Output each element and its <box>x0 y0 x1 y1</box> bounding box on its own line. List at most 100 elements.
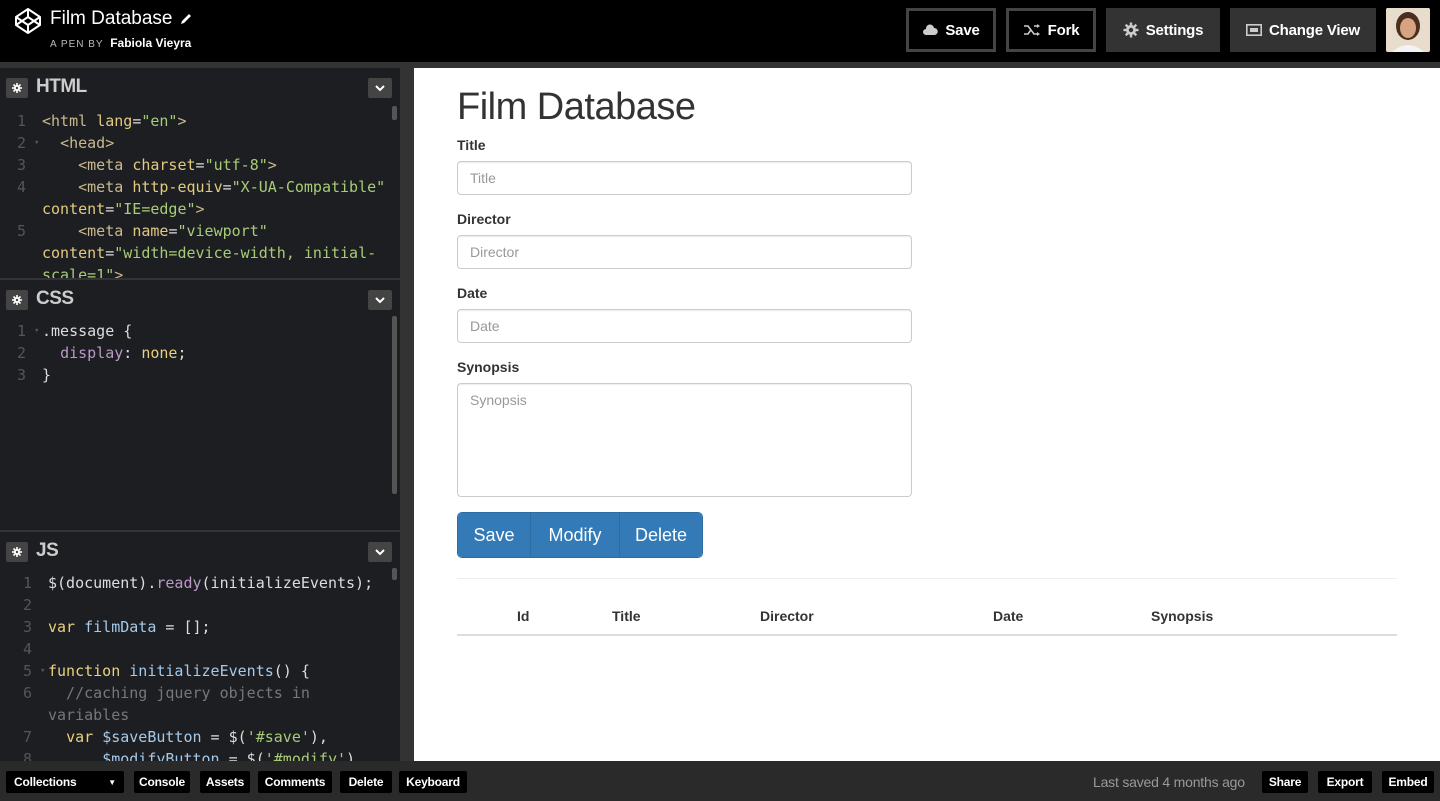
keyboard-button[interactable]: Keyboard <box>399 771 467 793</box>
html-code-editor[interactable]: 1 <html lang="en"> 2 ▾ <head> 3 <meta charse… <box>0 110 392 278</box>
line-number: 3 <box>16 156 26 174</box>
date-input[interactable]: Date <box>457 309 912 343</box>
code-line[interactable]: content="width=device-width, initial- <box>0 242 392 264</box>
code-line[interactable]: 7 var $saveButton = $('#save'), <box>6 726 398 748</box>
code-text: function initializeEvents() { <box>48 662 310 680</box>
top-bar: Film Database A PEN BY Fabiola Vieyra Sa… <box>0 0 1440 62</box>
title-label: Title <box>457 137 486 153</box>
css-settings-gear-icon[interactable] <box>6 290 28 310</box>
code-line[interactable]: 8 $modifyButton = $('#modify') <box>6 748 398 761</box>
fold-arrow-icon <box>40 594 48 616</box>
synopsis-placeholder: Synopsis <box>470 392 527 408</box>
html-scrollbar[interactable] <box>392 106 397 120</box>
change-view-button[interactable]: Change View <box>1230 8 1376 52</box>
code-line[interactable]: 6 //caching jquery objects in <box>6 682 398 704</box>
html-panel-header: HTML <box>0 68 400 106</box>
export-button[interactable]: Export <box>1318 771 1372 793</box>
director-input[interactable]: Director <box>457 235 912 269</box>
caret-down-icon: ▼ <box>108 777 116 787</box>
code-line[interactable]: 2 display: none; <box>0 342 392 364</box>
code-line[interactable]: 2 ▾ <head> <box>0 132 392 154</box>
fold-arrow-icon[interactable]: ▾ <box>34 132 42 154</box>
share-button[interactable]: Share <box>1262 771 1308 793</box>
gear-icon <box>1123 22 1139 38</box>
code-line[interactable]: 1 ▾ .message { <box>0 320 392 342</box>
fold-arrow-icon <box>34 176 42 198</box>
code-line[interactable]: 3 var filmData = []; <box>6 616 398 638</box>
collections-label: Collections <box>14 775 77 789</box>
code-line[interactable]: 3 <meta charset="utf-8"> <box>0 154 392 176</box>
pencil-icon[interactable] <box>179 12 193 26</box>
css-panel-title: CSS <box>36 288 74 309</box>
line-number: 1 <box>22 574 32 592</box>
fold-arrow-icon <box>34 198 42 220</box>
css-code-editor[interactable]: 1 ▾ .message {2 display: none; 3} <box>0 320 392 386</box>
date-placeholder: Date <box>470 318 500 334</box>
html-settings-gear-icon[interactable] <box>6 78 28 98</box>
line-number: 3 <box>22 618 32 636</box>
css-scrollbar[interactable] <box>392 316 397 494</box>
assets-button[interactable]: Assets <box>200 771 250 793</box>
code-line[interactable]: content="IE=edge"> <box>0 198 392 220</box>
code-line[interactable]: 1 <html lang="en"> <box>0 110 392 132</box>
author-name[interactable]: Fabiola Vieyra <box>110 36 191 50</box>
fold-arrow-icon <box>40 616 48 638</box>
code-text: <meta http-equiv="X-UA-Compatible" <box>78 178 386 196</box>
form-save-button[interactable]: Save <box>458 513 530 557</box>
pen-title-text[interactable]: Film Database <box>50 8 173 30</box>
pen-title[interactable]: Film Database <box>50 8 193 30</box>
fold-arrow-icon[interactable]: ▾ <box>34 320 42 342</box>
fold-arrow-icon <box>34 110 42 132</box>
code-line[interactable]: 4 <box>6 638 398 660</box>
form-modify-button[interactable]: Modify <box>530 513 619 557</box>
code-text: display: none; <box>60 344 187 362</box>
fork-button[interactable]: Fork <box>1006 8 1096 52</box>
fold-arrow-icon <box>40 748 48 761</box>
pen-author: A PEN BY Fabiola Vieyra <box>50 36 191 50</box>
js-panel: JS 1 $(document).ready(initializeEvents);… <box>0 530 400 761</box>
delete-button[interactable]: Delete <box>340 771 392 793</box>
code-line[interactable]: variables <box>6 704 398 726</box>
codepen-logo-icon[interactable] <box>14 7 42 35</box>
code-line[interactable]: 5 <meta name="viewport" <box>0 220 392 242</box>
form-delete-button[interactable]: Delete <box>619 513 702 557</box>
js-code-editor[interactable]: 1 $(document).ready(initializeEvents); 2 3 v… <box>6 572 398 761</box>
editor-column: HTML 1 <html lang="en"> 2 ▾ <head> 3 <meta c… <box>0 62 414 761</box>
line-number: 2 <box>16 344 26 362</box>
change-view-button-label: Change View <box>1269 21 1360 39</box>
save-button[interactable]: Save <box>906 8 996 52</box>
code-text: <meta name="viewport" <box>78 222 268 240</box>
js-chevron-down-icon[interactable] <box>368 542 392 562</box>
synopsis-textarea[interactable]: Synopsis <box>457 383 912 497</box>
css-chevron-down-icon[interactable] <box>368 290 392 310</box>
comments-button[interactable]: Comments <box>258 771 332 793</box>
code-line[interactable]: 4 <meta http-equiv="X-UA-Compatible" <box>0 176 392 198</box>
divider <box>457 578 1397 579</box>
js-scrollbar[interactable] <box>392 568 397 580</box>
settings-button[interactable]: Settings <box>1106 8 1220 52</box>
code-text: $modifyButton = $('#modify') <box>102 750 356 761</box>
code-line[interactable]: scale=1"> <box>0 264 392 278</box>
line-number: 2 <box>22 596 32 614</box>
html-chevron-down-icon[interactable] <box>368 78 392 98</box>
fold-arrow-icon <box>40 572 48 594</box>
collections-dropdown[interactable]: Collections ▼ <box>6 771 124 793</box>
code-line[interactable]: 5 ▾ function initializeEvents() { <box>6 660 398 682</box>
title-input[interactable]: Title <box>457 161 912 195</box>
settings-button-label: Settings <box>1145 21 1204 39</box>
embed-button[interactable]: Embed <box>1382 771 1434 793</box>
action-button-group: Save Modify Delete <box>457 512 703 558</box>
code-text: variables <box>48 706 130 724</box>
fold-arrow-icon[interactable]: ▾ <box>40 660 48 682</box>
console-button[interactable]: Console <box>134 771 190 793</box>
line-number: 1 <box>16 112 26 130</box>
editor-resize-handle[interactable] <box>400 62 414 761</box>
line-number: 5 <box>22 662 32 680</box>
code-line[interactable]: 1 $(document).ready(initializeEvents); <box>6 572 398 594</box>
code-line[interactable]: 2 <box>6 594 398 616</box>
title-placeholder: Title <box>470 170 496 186</box>
code-line[interactable]: 3} <box>0 364 392 386</box>
html-panel-title: HTML <box>36 76 87 97</box>
js-settings-gear-icon[interactable] <box>6 542 28 562</box>
user-avatar[interactable] <box>1386 8 1430 52</box>
